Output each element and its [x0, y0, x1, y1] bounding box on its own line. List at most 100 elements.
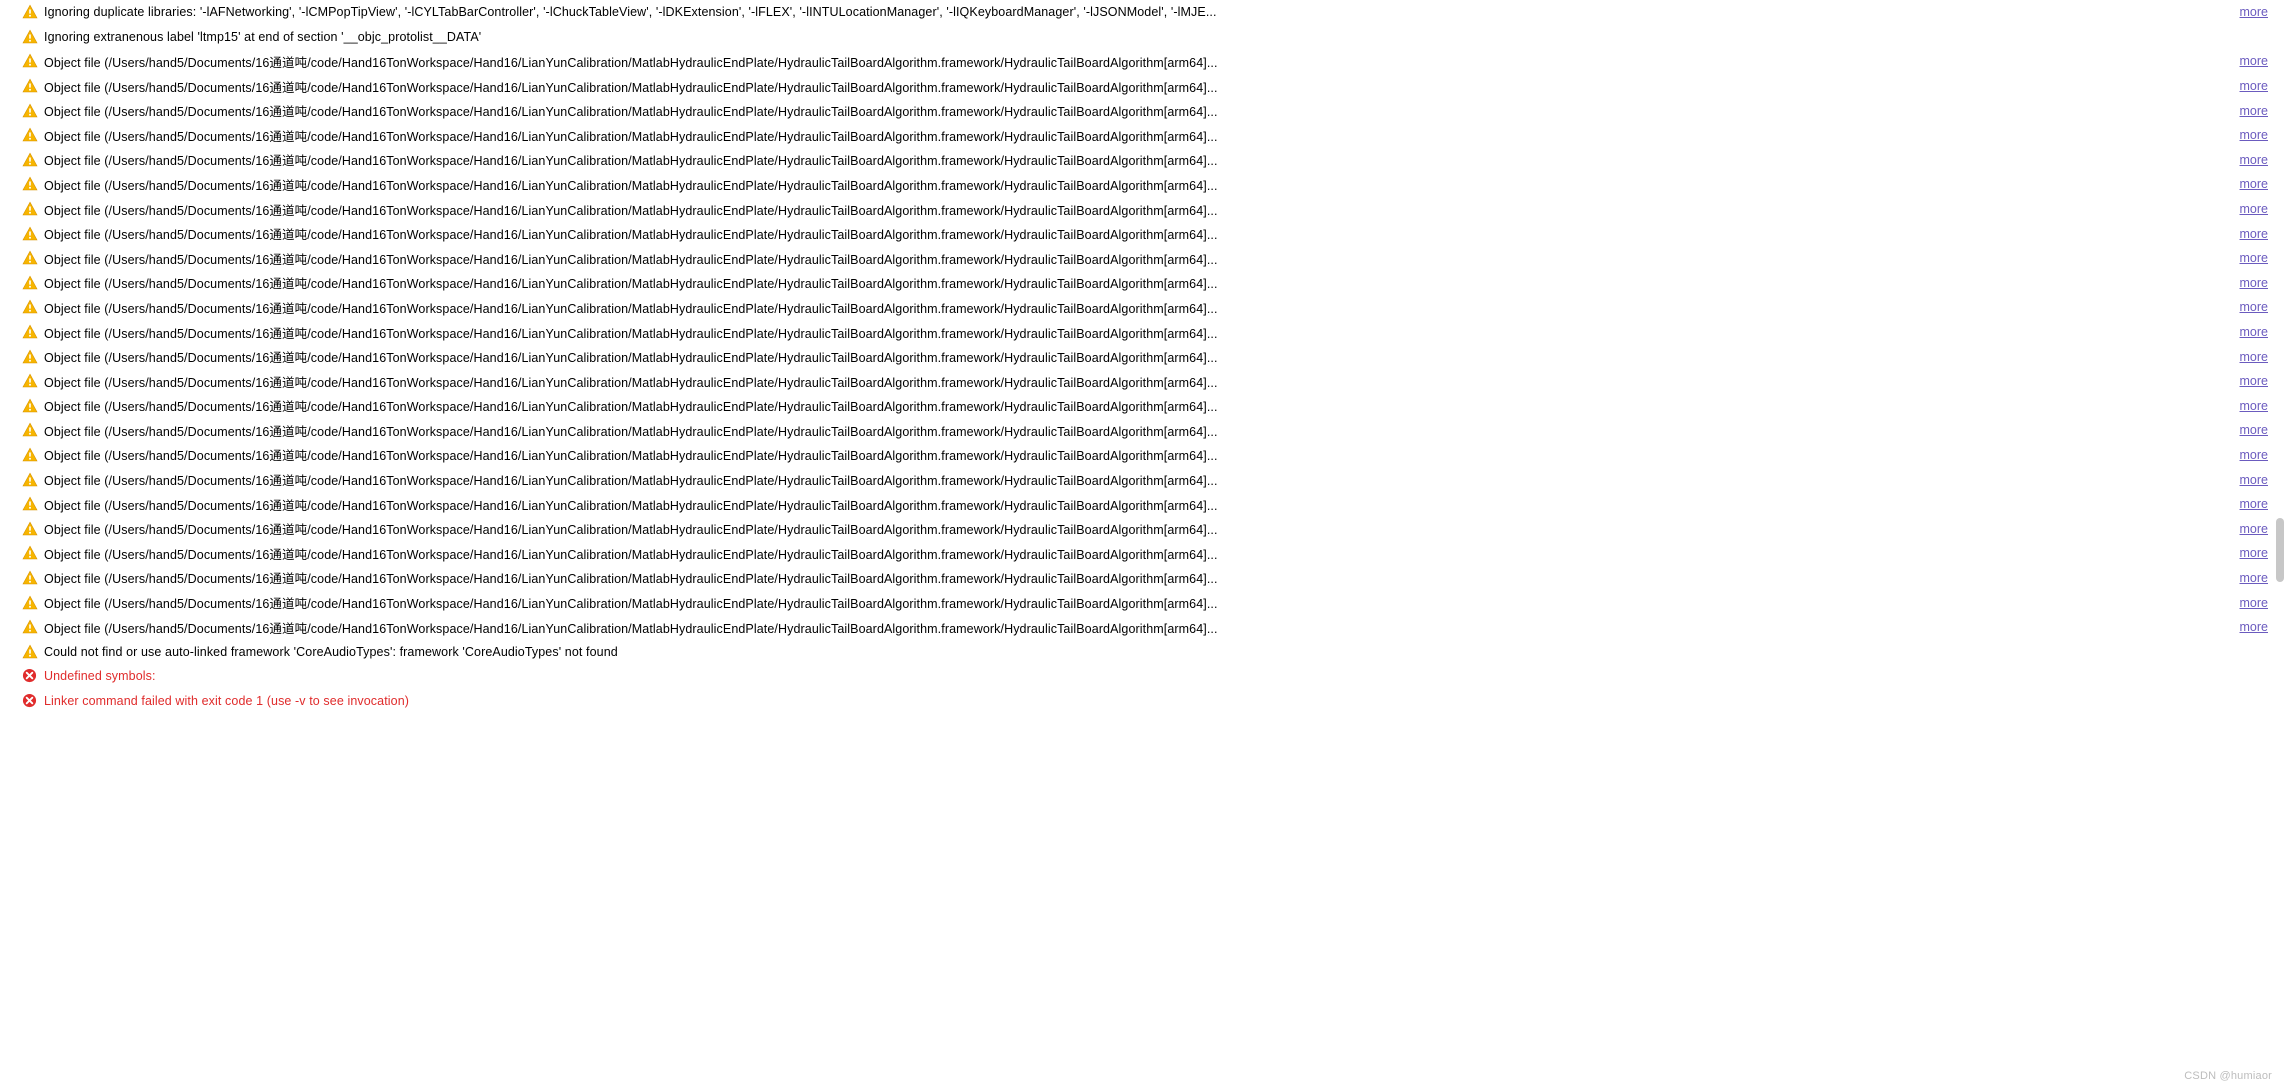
scrollbar-thumb[interactable] [2276, 518, 2284, 582]
issue-row[interactable]: Ignoring extranenous label 'ltmp15' at e… [0, 25, 2286, 50]
more-link[interactable]: more [2240, 522, 2268, 536]
issue-row[interactable]: Object file (/Users/hand5/Documents/16通道… [0, 369, 2286, 394]
issue-message: Object file (/Users/hand5/Documents/16通道… [44, 52, 2228, 71]
issue-row[interactable]: Object file (/Users/hand5/Documents/16通道… [0, 123, 2286, 148]
warning-icon [22, 4, 38, 20]
warning-icon [22, 570, 38, 586]
warning-icon [22, 78, 38, 94]
more-link[interactable]: more [2240, 596, 2268, 610]
more-link[interactable]: more [2240, 5, 2268, 19]
error-icon [22, 693, 38, 709]
issue-message: Object file (/Users/hand5/Documents/16通道… [44, 372, 2228, 391]
issue-message: Object file (/Users/hand5/Documents/16通道… [44, 249, 2228, 268]
issue-message: Object file (/Users/hand5/Documents/16通道… [44, 618, 2228, 637]
issue-row[interactable]: Object file (/Users/hand5/Documents/16通道… [0, 172, 2286, 197]
issue-message: Could not find or use auto-linked framew… [44, 645, 2268, 659]
issue-row[interactable]: Object file (/Users/hand5/Documents/16通道… [0, 74, 2286, 99]
issue-message: Linker command failed with exit code 1 (… [44, 694, 2268, 708]
more-link[interactable]: more [2240, 374, 2268, 388]
issue-message: Object file (/Users/hand5/Documents/16通道… [44, 273, 2228, 292]
issue-row[interactable]: Object file (/Users/hand5/Documents/16通道… [0, 197, 2286, 222]
issue-row[interactable]: Object file (/Users/hand5/Documents/16通道… [0, 344, 2286, 369]
more-link[interactable]: more [2240, 104, 2268, 118]
warning-icon [22, 447, 38, 463]
issue-row[interactable]: Object file (/Users/hand5/Documents/16通道… [0, 615, 2286, 640]
issue-row[interactable]: Object file (/Users/hand5/Documents/16通道… [0, 492, 2286, 517]
warning-icon [22, 422, 38, 438]
issue-row[interactable]: Object file (/Users/hand5/Documents/16通道… [0, 443, 2286, 468]
warning-icon [22, 595, 38, 611]
scrollbar-track[interactable] [2274, 0, 2286, 750]
issue-row[interactable]: Object file (/Users/hand5/Documents/16通道… [0, 566, 2286, 591]
issue-message: Object file (/Users/hand5/Documents/16通道… [44, 544, 2228, 563]
issue-row[interactable]: Object file (/Users/hand5/Documents/16通道… [0, 148, 2286, 173]
more-link[interactable]: more [2240, 620, 2268, 634]
issue-message: Object file (/Users/hand5/Documents/16通道… [44, 470, 2228, 489]
more-link[interactable]: more [2240, 571, 2268, 585]
warning-icon [22, 152, 38, 168]
more-link[interactable]: more [2240, 251, 2268, 265]
more-link[interactable]: more [2240, 153, 2268, 167]
warning-icon [22, 644, 38, 660]
more-link[interactable]: more [2240, 497, 2268, 511]
more-link[interactable]: more [2240, 473, 2268, 487]
warning-icon [22, 545, 38, 561]
issue-message: Object file (/Users/hand5/Documents/16通道… [44, 200, 2228, 219]
more-link[interactable]: more [2240, 79, 2268, 93]
issue-message: Object file (/Users/hand5/Documents/16通道… [44, 175, 2228, 194]
warning-icon [22, 53, 38, 69]
issue-row[interactable]: Could not find or use auto-linked framew… [0, 639, 2286, 664]
more-link[interactable]: more [2240, 227, 2268, 241]
more-link[interactable]: more [2240, 54, 2268, 68]
issue-message: Object file (/Users/hand5/Documents/16通道… [44, 323, 2228, 342]
more-link[interactable]: more [2240, 325, 2268, 339]
issue-row[interactable]: Object file (/Users/hand5/Documents/16通道… [0, 271, 2286, 296]
issue-message: Ignoring duplicate libraries: '-lAFNetwo… [44, 5, 2228, 19]
warning-icon [22, 250, 38, 266]
issue-row[interactable]: Ignoring duplicate libraries: '-lAFNetwo… [0, 0, 2286, 25]
more-link[interactable]: more [2240, 300, 2268, 314]
more-link[interactable]: more [2240, 448, 2268, 462]
warning-icon [22, 201, 38, 217]
issue-row[interactable]: Object file (/Users/hand5/Documents/16通道… [0, 541, 2286, 566]
issue-message: Object file (/Users/hand5/Documents/16通道… [44, 126, 2228, 145]
issue-row[interactable]: Linker command failed with exit code 1 (… [0, 689, 2286, 714]
issue-message: Undefined symbols: [44, 669, 2268, 683]
issue-row[interactable]: Object file (/Users/hand5/Documents/16通道… [0, 246, 2286, 271]
error-icon [22, 668, 38, 684]
issue-row[interactable]: Object file (/Users/hand5/Documents/16通道… [0, 516, 2286, 541]
more-link[interactable]: more [2240, 423, 2268, 437]
issue-row[interactable]: Object file (/Users/hand5/Documents/16通道… [0, 295, 2286, 320]
issue-row[interactable]: Object file (/Users/hand5/Documents/16通道… [0, 320, 2286, 345]
issue-row[interactable]: Object file (/Users/hand5/Documents/16通道… [0, 467, 2286, 492]
warning-icon [22, 29, 38, 45]
issue-message: Ignoring extranenous label 'ltmp15' at e… [44, 30, 2268, 44]
issue-row[interactable]: Object file (/Users/hand5/Documents/16通道… [0, 49, 2286, 74]
issue-message: Object file (/Users/hand5/Documents/16通道… [44, 421, 2228, 440]
issue-message: Object file (/Users/hand5/Documents/16通道… [44, 77, 2228, 96]
more-link[interactable]: more [2240, 202, 2268, 216]
more-link[interactable]: more [2240, 276, 2268, 290]
issue-row[interactable]: Object file (/Users/hand5/Documents/16通道… [0, 590, 2286, 615]
more-link[interactable]: more [2240, 177, 2268, 191]
warning-icon [22, 299, 38, 315]
more-link[interactable]: more [2240, 128, 2268, 142]
issue-message: Object file (/Users/hand5/Documents/16通道… [44, 298, 2228, 317]
more-link[interactable]: more [2240, 399, 2268, 413]
more-link[interactable]: more [2240, 546, 2268, 560]
issue-message: Object file (/Users/hand5/Documents/16通道… [44, 519, 2228, 538]
issue-row[interactable]: Object file (/Users/hand5/Documents/16通道… [0, 98, 2286, 123]
issue-row[interactable]: Undefined symbols: [0, 664, 2286, 689]
issue-message: Object file (/Users/hand5/Documents/16通道… [44, 347, 2228, 366]
issue-message: Object file (/Users/hand5/Documents/16通道… [44, 593, 2228, 612]
issue-row[interactable]: Object file (/Users/hand5/Documents/16通道… [0, 394, 2286, 419]
warning-icon [22, 521, 38, 537]
issue-row[interactable]: Object file (/Users/hand5/Documents/16通道… [0, 221, 2286, 246]
issue-row[interactable]: Object file (/Users/hand5/Documents/16通道… [0, 418, 2286, 443]
issue-message: Object file (/Users/hand5/Documents/16通道… [44, 495, 2228, 514]
warning-icon [22, 619, 38, 635]
warning-icon [22, 496, 38, 512]
warning-icon [22, 226, 38, 242]
issue-message: Object file (/Users/hand5/Documents/16通道… [44, 224, 2228, 243]
more-link[interactable]: more [2240, 350, 2268, 364]
